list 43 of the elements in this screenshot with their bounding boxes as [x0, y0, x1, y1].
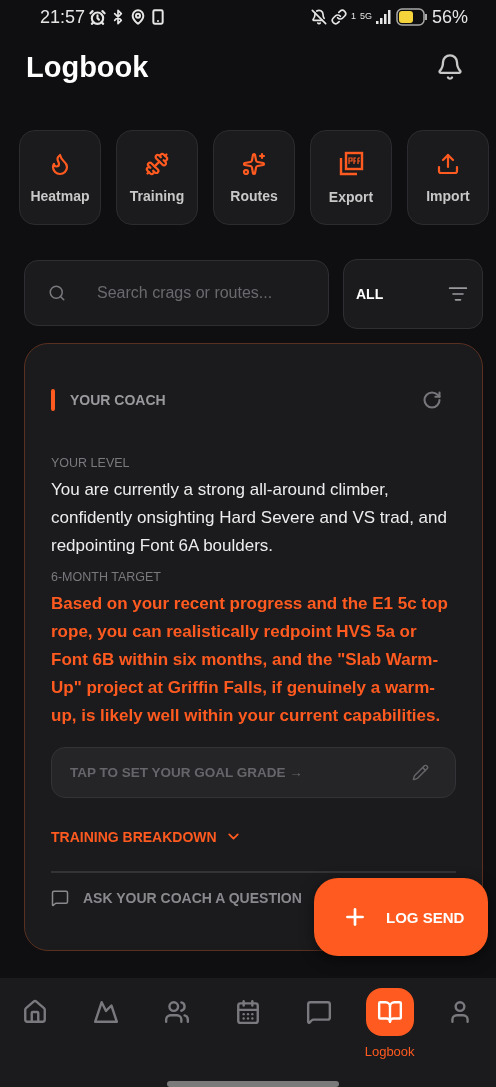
notifications-icon[interactable]: [436, 53, 464, 81]
network-type: 5G: [359, 10, 372, 21]
page-title: Logbook: [26, 50, 149, 84]
alarm-icon: [89, 8, 107, 26]
sparkles-icon: [242, 151, 266, 176]
coach-title: YOUR COACH: [70, 392, 166, 408]
mute-icon: [310, 9, 327, 25]
signal-icon: [375, 10, 392, 24]
accent-bar: [51, 389, 55, 411]
battery-icon: [395, 8, 428, 26]
chat-icon: [305, 999, 332, 1025]
status-time: 21:57: [40, 6, 86, 28]
battery-percent: 56%: [431, 6, 468, 28]
quick-action-button[interactable]: Import: [407, 130, 489, 225]
quick-action-button[interactable]: Training: [116, 130, 198, 225]
sim-number: 1: [350, 10, 356, 21]
pdf-icon: [338, 150, 364, 177]
location-icon: [130, 9, 147, 25]
refresh-icon[interactable]: [422, 390, 442, 410]
people-icon: [164, 999, 191, 1025]
ask-coach-button[interactable]: ASK YOUR COACH A QUESTION: [51, 889, 302, 907]
section-label: YOUR LEVEL: [51, 456, 131, 470]
section-label: 6-MONTH TARGET: [51, 570, 162, 584]
quick-action-button[interactable]: Export: [310, 130, 392, 225]
target-text: Based on your recent progress and the E1 5c top rope, you can realistically redpoint HVS 5a or Font 6B within six months, and the "Slab Warm-Up" project at Griffin Falls, if genuinely a warm-up, is likely well within your current capabilities.: [51, 593, 449, 727]
message-icon: [51, 889, 69, 907]
search-icon: [48, 284, 66, 302]
mountain-icon: [93, 999, 120, 1025]
upload-icon: [436, 151, 460, 176]
search-field[interactable]: Search crags or routes...: [24, 260, 329, 326]
training-breakdown-toggle[interactable]: TRAINING BREAKDOWN: [51, 828, 242, 845]
level-text: You are currently a strong all-around climber, confidently onsighting Hard Severe and VS trad, and redpointing Font 6A boulders.: [51, 479, 448, 557]
home-icon: [22, 999, 49, 1025]
link-icon: [330, 9, 347, 25]
calendar-icon: [234, 999, 261, 1025]
book-icon: [376, 999, 403, 1025]
filter-button[interactable]: ALL: [343, 259, 483, 329]
pencil-icon: [412, 764, 429, 781]
quick-action-button[interactable]: Routes: [213, 130, 295, 225]
phone-icon: [150, 9, 167, 25]
dumbbell-icon: [145, 151, 169, 176]
filter-icon: [448, 284, 468, 304]
quick-action-button[interactable]: Heatmap: [19, 130, 101, 225]
